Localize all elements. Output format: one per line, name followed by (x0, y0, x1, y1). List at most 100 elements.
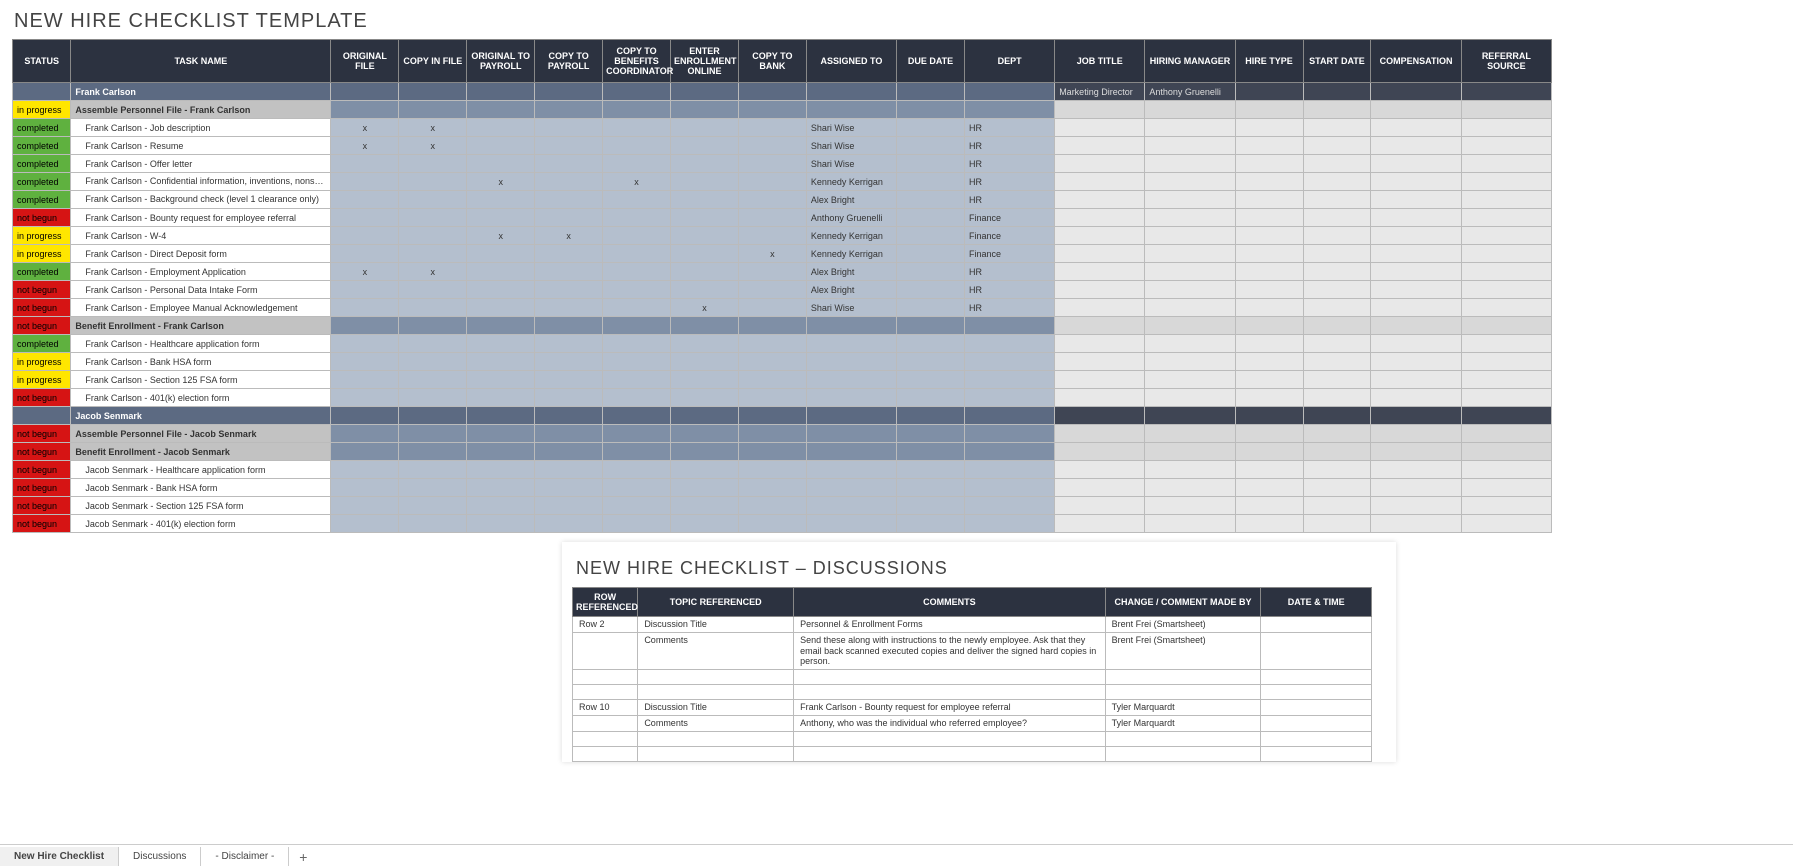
hireType-cell[interactable] (1235, 425, 1303, 443)
task-cell[interactable]: Frank Carlson - 401(k) election form (71, 389, 331, 407)
dept-cell[interactable] (964, 407, 1054, 425)
mark-cell[interactable] (738, 83, 806, 101)
mark-cell[interactable] (671, 137, 739, 155)
status-cell[interactable]: completed (13, 137, 71, 155)
mark-cell[interactable] (671, 515, 739, 533)
ref-cell[interactable] (1461, 461, 1551, 479)
mark-cell[interactable] (738, 479, 806, 497)
mark-cell[interactable] (738, 101, 806, 119)
mark-cell[interactable]: x (603, 173, 671, 191)
mark-cell[interactable] (535, 515, 603, 533)
comp-cell[interactable] (1371, 317, 1461, 335)
mark-cell[interactable] (535, 119, 603, 137)
mark-cell[interactable] (603, 479, 671, 497)
table-row[interactable]: completedFrank Carlson - Healthcare appl… (13, 335, 1552, 353)
ref-cell[interactable] (1461, 425, 1551, 443)
mark-cell[interactable] (467, 245, 535, 263)
disc-comment-cell[interactable] (794, 670, 1106, 685)
disc-by-cell[interactable]: Brent Frei (Smartsheet) (1105, 632, 1261, 669)
table-row[interactable]: completedFrank Carlson - Background chec… (13, 191, 1552, 209)
task-cell[interactable]: Benefit Enrollment - Frank Carlson (71, 317, 331, 335)
disc-row[interactable] (573, 746, 1372, 761)
task-cell[interactable]: Frank Carlson - Employee Manual Acknowle… (71, 299, 331, 317)
dept-cell[interactable]: HR (964, 299, 1054, 317)
disc-comment-cell[interactable] (794, 731, 1106, 746)
ref-cell[interactable] (1461, 83, 1551, 101)
dept-cell[interactable]: HR (964, 173, 1054, 191)
ref-cell[interactable] (1461, 389, 1551, 407)
mark-cell[interactable] (535, 101, 603, 119)
task-cell[interactable]: Jacob Senmark (71, 407, 331, 425)
mark-cell[interactable] (603, 119, 671, 137)
status-cell[interactable]: not begun (13, 281, 71, 299)
ref-cell[interactable] (1461, 209, 1551, 227)
mark-cell[interactable] (331, 515, 399, 533)
mark-cell[interactable] (399, 101, 467, 119)
table-row[interactable]: in progressFrank Carlson - Bank HSA form (13, 353, 1552, 371)
table-row[interactable]: in progressFrank Carlson - Direct Deposi… (13, 245, 1552, 263)
mark-cell[interactable] (331, 425, 399, 443)
status-cell[interactable]: in progress (13, 227, 71, 245)
ref-cell[interactable] (1461, 335, 1551, 353)
hireType-cell[interactable] (1235, 83, 1303, 101)
mark-cell[interactable] (331, 335, 399, 353)
dept-cell[interactable]: Finance (964, 227, 1054, 245)
startDate-cell[interactable] (1303, 227, 1371, 245)
comp-cell[interactable] (1371, 389, 1461, 407)
hiringMgr-cell[interactable] (1145, 479, 1235, 497)
jobTitle-cell[interactable] (1055, 371, 1145, 389)
ref-cell[interactable] (1461, 479, 1551, 497)
ref-cell[interactable] (1461, 515, 1551, 533)
due-cell[interactable] (897, 335, 965, 353)
mark-cell[interactable] (671, 101, 739, 119)
mark-cell[interactable] (738, 497, 806, 515)
startDate-cell[interactable] (1303, 155, 1371, 173)
mark-cell[interactable] (535, 209, 603, 227)
mark-cell[interactable] (535, 245, 603, 263)
assigned-cell[interactable] (806, 461, 896, 479)
mark-cell[interactable] (399, 407, 467, 425)
mark-cell[interactable] (603, 281, 671, 299)
comp-cell[interactable] (1371, 245, 1461, 263)
startDate-cell[interactable] (1303, 317, 1371, 335)
mark-cell[interactable] (467, 353, 535, 371)
hiringMgr-cell[interactable] (1145, 335, 1235, 353)
assigned-cell[interactable]: Anthony Gruenelli (806, 209, 896, 227)
assigned-cell[interactable] (806, 353, 896, 371)
assigned-cell[interactable] (806, 335, 896, 353)
mark-cell[interactable] (535, 479, 603, 497)
disc-topic-cell[interactable]: Comments (638, 632, 794, 669)
disc-comment-cell[interactable] (794, 746, 1106, 761)
mark-cell[interactable] (603, 299, 671, 317)
task-cell[interactable]: Frank Carlson - W-4 (71, 227, 331, 245)
dept-cell[interactable] (964, 443, 1054, 461)
status-cell[interactable]: completed (13, 155, 71, 173)
due-cell[interactable] (897, 263, 965, 281)
comp-cell[interactable] (1371, 299, 1461, 317)
startDate-cell[interactable] (1303, 119, 1371, 137)
mark-cell[interactable] (467, 101, 535, 119)
task-cell[interactable]: Frank Carlson - Bank HSA form (71, 353, 331, 371)
disc-by-cell[interactable] (1105, 746, 1261, 761)
disc-by-cell[interactable]: Tyler Marquardt (1105, 715, 1261, 731)
ref-cell[interactable] (1461, 263, 1551, 281)
mark-cell[interactable] (331, 353, 399, 371)
mark-cell[interactable] (535, 317, 603, 335)
add-sheet-button[interactable]: + (289, 847, 317, 867)
hireType-cell[interactable] (1235, 461, 1303, 479)
status-cell[interactable]: completed (13, 119, 71, 137)
mark-cell[interactable] (331, 281, 399, 299)
comp-cell[interactable] (1371, 101, 1461, 119)
mark-cell[interactable] (399, 497, 467, 515)
mark-cell[interactable] (671, 191, 739, 209)
due-cell[interactable] (897, 173, 965, 191)
dept-cell[interactable] (964, 371, 1054, 389)
mark-cell[interactable] (603, 209, 671, 227)
due-cell[interactable] (897, 317, 965, 335)
mark-cell[interactable] (467, 443, 535, 461)
task-cell[interactable]: Frank Carlson - Background check (level … (71, 191, 331, 209)
mark-cell[interactable] (603, 155, 671, 173)
mark-cell[interactable] (603, 497, 671, 515)
ref-cell[interactable] (1461, 443, 1551, 461)
jobTitle-cell[interactable] (1055, 281, 1145, 299)
